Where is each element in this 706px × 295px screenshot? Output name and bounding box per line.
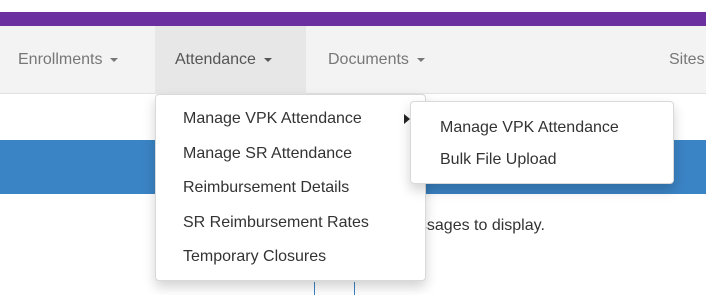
menu-item-label: SR Reimbursement Rates — [183, 213, 369, 231]
caret-down-icon — [110, 58, 119, 62]
submenu-item-label: Bulk File Upload — [440, 151, 557, 168]
main-navbar: Enrollments Attendance Documents Sites — [0, 26, 706, 94]
menu-item-reimbursement-details[interactable]: Reimbursement Details — [156, 171, 425, 206]
submenu-item-bulk-file-upload[interactable]: Bulk File Upload — [411, 144, 673, 176]
submenu-item-manage-vpk-attendance[interactable]: Manage VPK Attendance — [411, 112, 673, 144]
caret-down-icon — [416, 58, 425, 62]
vpk-submenu: Manage VPK Attendance Bulk File Upload — [410, 101, 674, 184]
panel-border — [314, 282, 315, 295]
page: Enrollments Attendance Documents Sites e… — [0, 0, 706, 295]
menu-item-manage-vpk-attendance[interactable]: Manage VPK Attendance — [156, 102, 425, 137]
menu-item-temporary-closures[interactable]: Temporary Closures — [156, 240, 425, 275]
menu-item-manage-sr-attendance[interactable]: Manage SR Attendance — [156, 137, 425, 172]
panel-border — [354, 282, 355, 295]
menu-item-label: Temporary Closures — [183, 248, 327, 265]
nav-enrollments[interactable]: Enrollments — [0, 26, 155, 94]
nav-attendance-label: Attendance — [175, 51, 256, 68]
nav-sites[interactable]: Sites — [667, 26, 706, 94]
attendance-dropdown-menu: Manage VPK Attendance Manage SR Attendan… — [155, 94, 426, 281]
menu-item-label: Manage SR Attendance — [183, 144, 353, 162]
brand-stripe — [0, 12, 706, 26]
brand-bar — [0, 0, 706, 26]
menu-item-sr-reimbursement-rates[interactable]: SR Reimbursement Rates — [156, 206, 425, 241]
nav-documents[interactable]: Documents — [306, 26, 466, 94]
messages-text: essages to display. — [410, 217, 545, 234]
nav-documents-label: Documents — [328, 51, 409, 68]
submenu-item-label: Manage VPK Attendance — [440, 119, 619, 136]
menu-item-label: Reimbursement Details — [183, 179, 350, 196]
menu-item-label: Manage VPK Attendance — [183, 110, 362, 127]
nav-enrollments-label: Enrollments — [18, 51, 103, 68]
nav-attendance[interactable]: Attendance — [155, 26, 306, 94]
nav-sites-label: Sites — [669, 51, 705, 68]
caret-down-icon — [263, 58, 272, 62]
